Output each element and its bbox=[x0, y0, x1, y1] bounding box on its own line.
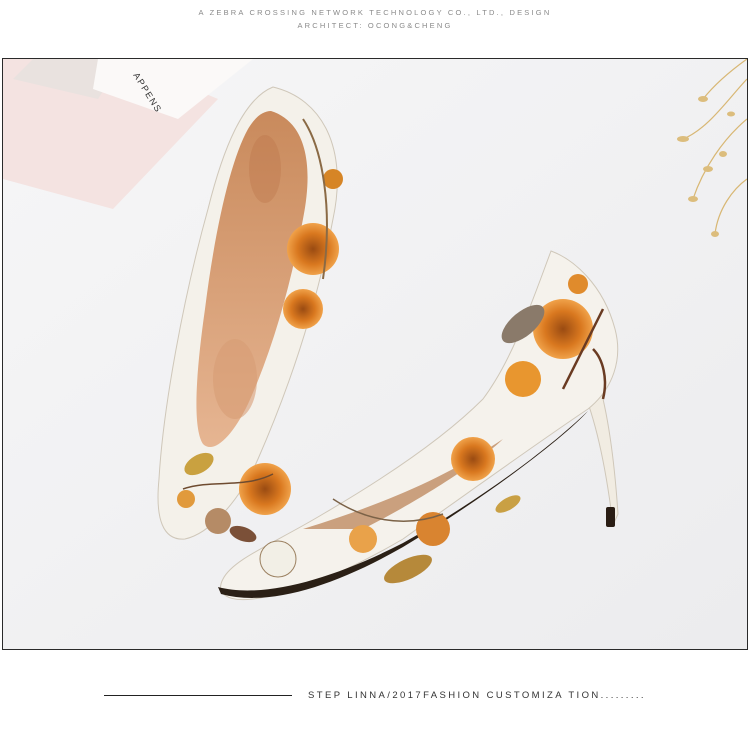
footer-caption: STEP LINNA/2017FASHION CUSTOMIZA TION...… bbox=[308, 690, 646, 701]
footer: STEP LINNA/2017FASHION CUSTOMIZA TION...… bbox=[0, 690, 750, 701]
header-line-architect: ARCHITECT: OCONG&CHENG bbox=[297, 21, 453, 30]
header-line-company: A ZEBRA CROSSING NETWORK TECHNOLOGY CO.,… bbox=[198, 8, 552, 17]
footer-rule bbox=[104, 695, 293, 696]
header-credits: A ZEBRA CROSSING NETWORK TECHNOLOGY CO.,… bbox=[0, 6, 750, 32]
shoes-illustration: APPENS bbox=[3, 59, 747, 649]
product-photo: APPENS bbox=[2, 58, 748, 650]
